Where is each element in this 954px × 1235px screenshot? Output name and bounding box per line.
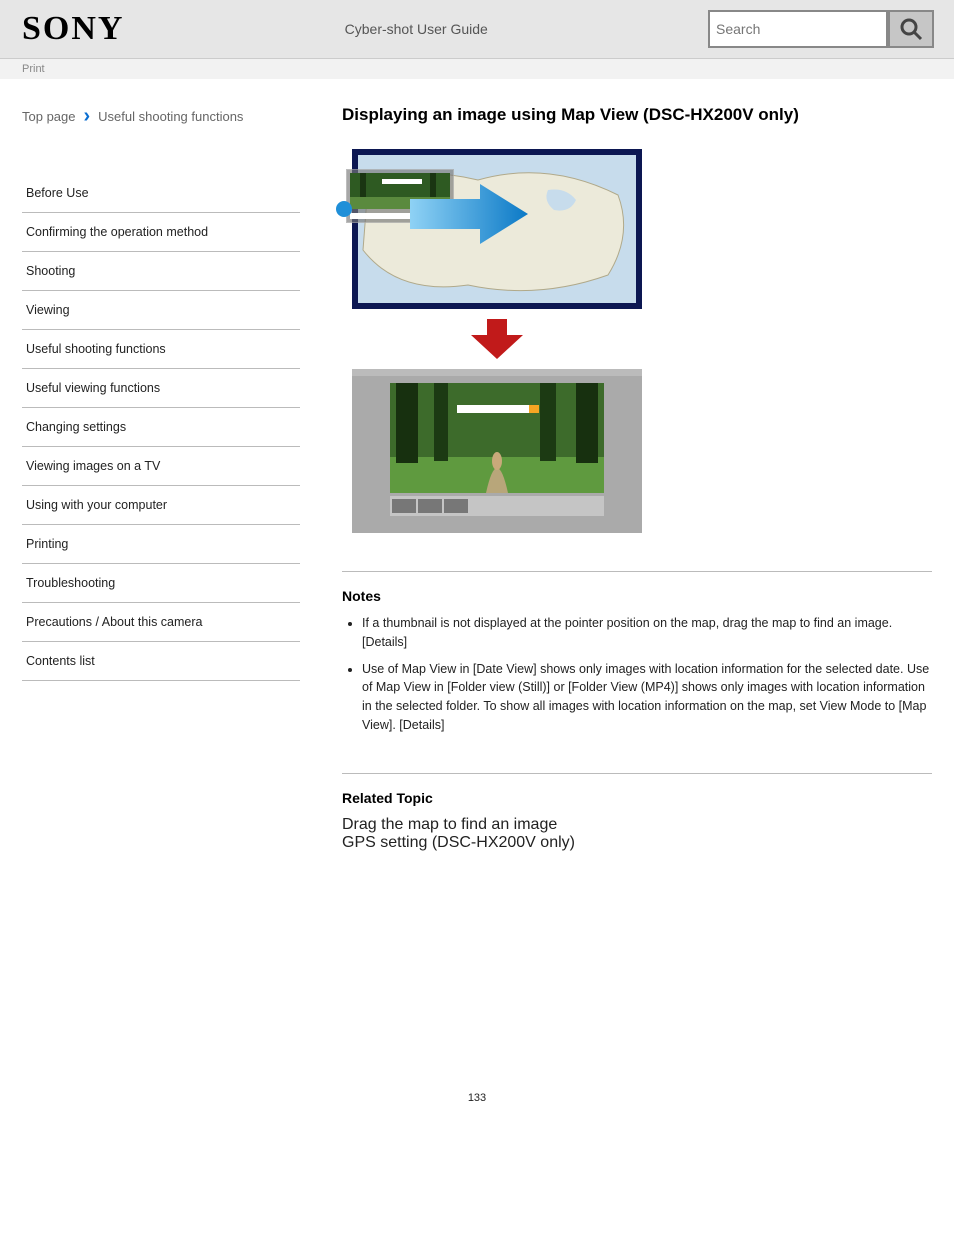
forest-image-icon: [390, 383, 604, 493]
viewer-filmstrip: [390, 496, 604, 516]
brand-logo: SONY: [22, 10, 124, 48]
print-link[interactable]: Print: [22, 63, 45, 75]
filmstrip-thumb: [418, 499, 442, 513]
down-arrow-icon: [471, 319, 523, 359]
breadcrumb-top[interactable]: Top page: [22, 109, 76, 124]
sidebar-item-useful-viewing[interactable]: Useful viewing functions: [22, 369, 300, 408]
page-number: 133: [0, 1092, 954, 1128]
illustration-viewer-screen: [352, 369, 642, 533]
related-link-gps-setting[interactable]: GPS setting (DSC-HX200V only): [342, 834, 575, 851]
sidebar-item-tv[interactable]: Viewing images on a TV: [22, 447, 300, 486]
viewer-photo: [390, 383, 604, 493]
page-header: SONY Cyber-shot User Guide: [0, 0, 954, 58]
breadcrumb: Top page › Useful shooting functions: [22, 105, 300, 128]
right-arrow-icon: [410, 179, 530, 249]
filmstrip-thumb: [392, 499, 416, 513]
search-button[interactable]: [888, 10, 934, 48]
search-icon: [899, 17, 923, 41]
sidebar-item-troubleshooting[interactable]: Troubleshooting: [22, 564, 300, 603]
sidebar-item-viewing[interactable]: Viewing: [22, 291, 300, 330]
main-content: Displaying an image using Map View (DSC-…: [342, 105, 932, 852]
related-section: Related Topic Drag the map to find an im…: [342, 773, 932, 852]
sidebar-item-shooting[interactable]: Shooting: [22, 252, 300, 291]
sub-header: Print: [0, 58, 954, 79]
sidebar-item-precautions[interactable]: Precautions / About this camera: [22, 603, 300, 642]
page-title: Displaying an image using Map View (DSC-…: [342, 105, 932, 125]
note-item: Use of Map View in [Date View] shows onl…: [362, 660, 932, 735]
breadcrumb-section: Useful shooting functions: [98, 109, 243, 124]
sidebar-item-computer[interactable]: Using with your computer: [22, 486, 300, 525]
illustration: [352, 149, 642, 533]
chevron-right-icon: ›: [84, 105, 91, 128]
document-title: Cyber-shot User Guide: [124, 21, 708, 37]
search-box: [708, 10, 934, 48]
search-input[interactable]: [708, 10, 888, 48]
illustration-map-screen: [352, 149, 642, 309]
sidebar-item-printing[interactable]: Printing: [22, 525, 300, 564]
note-item: If a thumbnail is not displayed at the p…: [362, 614, 932, 652]
pointer-dot-icon: [336, 201, 352, 217]
notes-heading: Notes: [342, 588, 932, 604]
sidebar-item-before-use[interactable]: Before Use: [22, 174, 300, 213]
viewer-titlebar: [352, 369, 642, 376]
filmstrip-thumb: [444, 499, 468, 513]
sidebar-item-changing-settings[interactable]: Changing settings: [22, 408, 300, 447]
sidebar: Top page › Useful shooting functions Bef…: [22, 105, 300, 852]
sidebar-item-operation-method[interactable]: Confirming the operation method: [22, 213, 300, 252]
sidebar-item-useful-shooting[interactable]: Useful shooting functions: [22, 330, 300, 369]
notes-section: Notes If a thumbnail is not displayed at…: [342, 571, 932, 735]
related-link-drag-map[interactable]: Drag the map to find an image: [342, 816, 557, 833]
related-heading: Related Topic: [342, 790, 932, 806]
viewer-search-bar: [457, 405, 537, 413]
sidebar-item-contents[interactable]: Contents list: [22, 642, 300, 681]
